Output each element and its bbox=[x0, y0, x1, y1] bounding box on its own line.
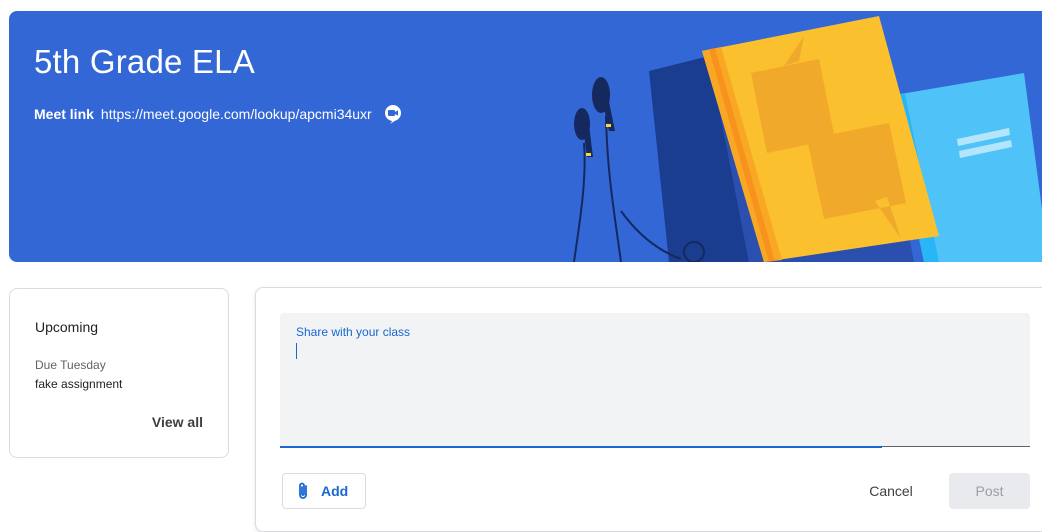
text-caret bbox=[296, 343, 297, 359]
earbuds-illustration bbox=[574, 77, 615, 157]
class-banner: 5th Grade ELA Meet link https://meet.goo… bbox=[9, 11, 1042, 262]
announcement-input-label: Share with your class bbox=[296, 325, 411, 339]
video-camera-icon[interactable] bbox=[382, 103, 404, 125]
paperclip-icon bbox=[296, 482, 310, 500]
class-title: 5th Grade ELA bbox=[34, 43, 255, 80]
post-button[interactable]: Post bbox=[949, 473, 1030, 509]
announcement-composer: Share with your class Add Cancel Post bbox=[255, 287, 1042, 532]
meet-link-label: Meet link bbox=[34, 106, 94, 122]
upcoming-title: Upcoming bbox=[35, 319, 99, 335]
upcoming-assignment-link[interactable]: fake assignment bbox=[35, 377, 122, 391]
meet-link-url[interactable]: https://meet.google.com/lookup/apcmi34ux… bbox=[101, 106, 372, 122]
add-button-label: Add bbox=[321, 483, 349, 499]
add-attachment-button[interactable]: Add bbox=[282, 473, 366, 509]
announcement-input[interactable]: Share with your class bbox=[280, 313, 1030, 447]
upcoming-card: Upcoming Due Tuesday fake assignment Vie… bbox=[9, 288, 229, 458]
view-all-button[interactable]: View all bbox=[152, 414, 203, 430]
cancel-button[interactable]: Cancel bbox=[854, 473, 928, 509]
input-focus-underline bbox=[280, 446, 882, 448]
upcoming-due-date: Due Tuesday bbox=[35, 358, 106, 372]
meet-link-row: Meet link https://meet.google.com/lookup… bbox=[34, 103, 404, 125]
